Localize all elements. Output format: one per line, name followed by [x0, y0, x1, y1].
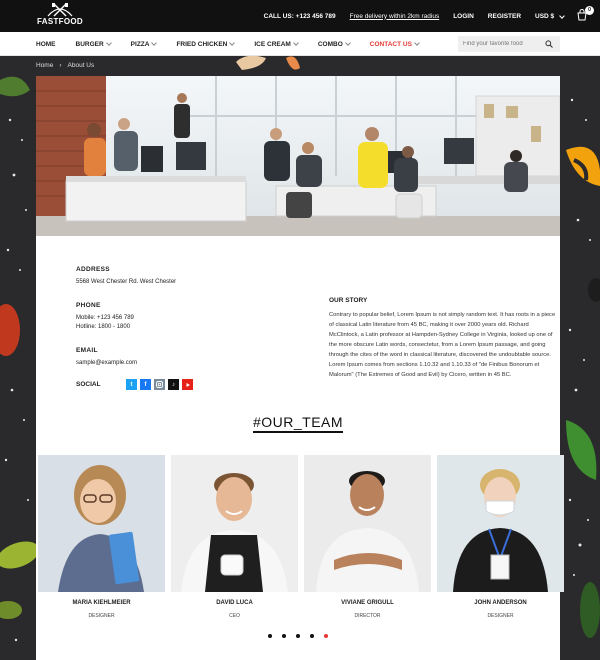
nav-item-home[interactable]: HOME [36, 41, 56, 48]
email-title: EMAIL [76, 347, 98, 354]
our-story-section: OUR STORY Contrary to popular belief, Lo… [329, 297, 559, 380]
carousel-dot[interactable] [282, 634, 286, 638]
breadcrumb-current: About Us [67, 62, 95, 69]
team-heading-text: #OUR_TEAM [252, 414, 344, 433]
search-button[interactable] [542, 37, 556, 51]
nav-item-fried-chicken[interactable]: FRIED CHICKEN [176, 40, 236, 48]
team-member-role: DESIGNER [88, 613, 115, 619]
team-member-photo [38, 455, 165, 592]
logo-text: FASTFOOD [37, 17, 83, 26]
chevron-down-icon [105, 40, 112, 46]
nav-item-burger[interactable]: BURGER [75, 40, 112, 48]
search-icon [545, 40, 553, 48]
breadcrumb: Home › About Us [36, 62, 94, 69]
phone-title: PHONE [76, 302, 101, 309]
chevron-down-icon [344, 40, 351, 46]
our-story-title: OUR STORY [329, 297, 368, 304]
team-member-role: DIRECTOR [354, 613, 381, 619]
carousel-dot[interactable] [268, 634, 272, 638]
cart-button[interactable]: 0 [576, 6, 594, 23]
team-member-role: DESIGNER [487, 613, 514, 619]
address-text: 5568 West Chester Rd. West Chester [76, 279, 177, 285]
team-member-name: DAVID LUCA [216, 600, 253, 606]
social-block: SOCIAL t f ♪ [76, 379, 196, 390]
chevron-down-icon [414, 40, 420, 46]
carousel-pagination [36, 634, 560, 638]
breadcrumb-home[interactable]: Home [36, 62, 53, 69]
team-member-card[interactable]: MARIA KIEHLMEIER DESIGNER [38, 455, 165, 619]
main-navigation: HOME BURGER PIZZA FRIED CHICKEN ICE CREAM COM… [0, 32, 600, 56]
currency-selector[interactable]: USD $ [535, 12, 565, 20]
top-bar-links: CALL US: +123 456 789 Free delivery with… [250, 0, 594, 32]
team-member-photo [437, 455, 564, 592]
office-hero-image [36, 76, 560, 236]
free-delivery-link[interactable]: Free delivery within 2km radius [350, 13, 440, 20]
team-member-card[interactable]: DAVID LUCA CEO [171, 455, 298, 619]
nav-item-combo[interactable]: COMBO [317, 40, 351, 48]
logo-utensils-icon [47, 3, 73, 17]
hotline-number: Hotline: 1800 - 1800 [76, 324, 131, 330]
our-story-text: Contrary to popular belief, Lorem Ipsum … [329, 312, 556, 378]
nav-item-label: PIZZA [130, 40, 150, 48]
register-link[interactable]: REGISTER [488, 13, 521, 20]
team-carousel: MARIA KIEHLMEIER DESIGNER DAVID LUCA CEO [38, 455, 570, 619]
team-member-name: VIVIANE GRIGULL [341, 600, 394, 606]
team-member-name: MARIA KIEHLMEIER [72, 600, 131, 606]
mobile-number: Mobile: +123 456 789 [76, 315, 134, 321]
carousel-dot[interactable] [310, 634, 314, 638]
nav-item-label: HOME [36, 40, 56, 48]
nav-item-contact-us[interactable]: CONTACT US [369, 40, 420, 48]
nav-item-label: COMBO [317, 40, 343, 48]
email-link[interactable]: sample@example.com [76, 359, 137, 368]
site-logo[interactable]: FASTFOOD [34, 2, 86, 30]
nav-item-label: CONTACT US [369, 40, 412, 48]
team-member-photo [171, 455, 298, 592]
twitter-icon[interactable]: t [126, 379, 137, 390]
address-title: ADDRESS [76, 266, 110, 273]
team-member-photo [304, 455, 431, 592]
team-member-name: JOHN ANDERSON [474, 600, 527, 606]
nav-item-label: FRIED CHICKEN [176, 40, 228, 48]
search-input[interactable] [458, 41, 542, 47]
chevron-down-icon [151, 40, 158, 46]
youtube-icon[interactable] [182, 379, 193, 390]
cart-count-badge: 0 [585, 6, 594, 15]
carousel-dot[interactable] [296, 634, 300, 638]
tiktok-icon[interactable]: ♪ [168, 379, 179, 390]
chevron-down-icon [559, 12, 565, 19]
nav-item-ice-cream[interactable]: ICE CREAM [254, 40, 299, 48]
team-member-card[interactable]: JOHN ANDERSON DESIGNER [437, 455, 564, 619]
team-heading: #OUR_TEAM [36, 414, 560, 433]
carousel-dot-active[interactable] [324, 634, 328, 638]
team-member-role: CEO [229, 613, 240, 619]
nav-item-pizza[interactable]: PIZZA [130, 40, 158, 48]
about-us-card: ADDRESS 5568 West Chester Rd. West Chest… [36, 76, 564, 660]
currency-label: USD $ [535, 12, 555, 20]
email-block: EMAIL sample@example.com [76, 347, 137, 368]
facebook-icon[interactable]: f [140, 379, 151, 390]
search-box [458, 36, 560, 52]
login-link[interactable]: LOGIN [453, 13, 474, 20]
chevron-down-icon [229, 40, 236, 46]
team-member-card[interactable]: VIVIANE GRIGULL DIRECTOR [304, 455, 431, 619]
social-title: SOCIAL [76, 381, 101, 388]
call-us-text: CALL US: +123 456 789 [263, 12, 336, 20]
top-bar: FASTFOOD CALL US: +123 456 789 Free deli… [0, 0, 600, 32]
nav-item-label: BURGER [75, 40, 104, 48]
phone-block: PHONE Mobile: +123 456 789 Hotline: 1800… [76, 302, 134, 332]
breadcrumb-separator-icon: › [59, 62, 62, 69]
chevron-down-icon [293, 40, 299, 46]
instagram-icon[interactable] [154, 379, 165, 390]
nav-item-label: ICE CREAM [254, 40, 291, 48]
address-block: ADDRESS 5568 West Chester Rd. West Chest… [76, 266, 176, 287]
nav-menu: HOME BURGER PIZZA FRIED CHICKEN ICE CREAM COM… [36, 32, 439, 56]
